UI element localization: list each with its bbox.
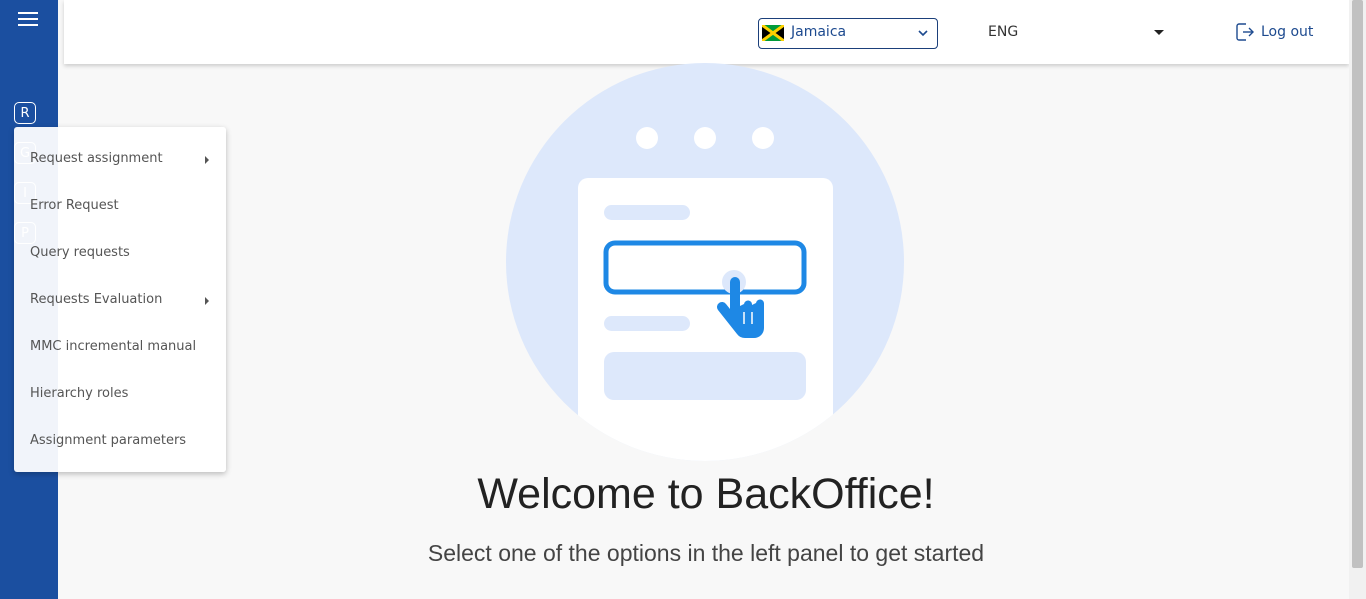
welcome-illustration bbox=[506, 63, 904, 461]
menu-item-label: MMC incremental manual bbox=[30, 339, 197, 354]
menu-item-mmc-incremental-manual[interactable]: MMC incremental manual bbox=[14, 325, 226, 372]
menu-item-label: Request assignment bbox=[30, 151, 163, 166]
welcome-title: Welcome to BackOffice! bbox=[477, 470, 935, 518]
sidebar-letter: R bbox=[20, 105, 30, 121]
menu-item-label: Error Request bbox=[30, 198, 119, 213]
submenu-arrow-icon bbox=[205, 156, 209, 164]
jamaica-flag-icon bbox=[762, 25, 784, 41]
menu-item-error-request[interactable]: Error Request bbox=[14, 184, 226, 231]
menu-item-label: Requests Evaluation bbox=[30, 292, 163, 307]
menu-item-label: Query requests bbox=[30, 245, 130, 260]
logout-label: Log out bbox=[1261, 24, 1314, 40]
welcome-subtitle: Select one of the options in the left pa… bbox=[427, 540, 985, 566]
chevron-down-icon bbox=[918, 30, 928, 37]
menu-item-requests-evaluation[interactable]: Requests Evaluation bbox=[14, 278, 226, 325]
menu-item-assignment-parameters[interactable]: Assignment parameters bbox=[14, 419, 226, 466]
country-label: Jamaica bbox=[791, 24, 847, 40]
navigation-popup-menu: Request assignment Error Request Query r… bbox=[14, 127, 226, 472]
language-dropdown-caret-icon[interactable] bbox=[1154, 30, 1164, 35]
sidebar-item-r[interactable]: R bbox=[14, 102, 36, 124]
country-select[interactable]: Jamaica bbox=[758, 18, 938, 49]
menu-item-label: Assignment parameters bbox=[30, 433, 187, 448]
menu-item-label: Hierarchy roles bbox=[30, 386, 129, 401]
submenu-arrow-icon bbox=[205, 297, 209, 305]
hamburger-menu-icon[interactable] bbox=[18, 11, 38, 27]
menu-item-hierarchy-roles[interactable]: Hierarchy roles bbox=[14, 372, 226, 419]
menu-item-request-assignment[interactable]: Request assignment bbox=[14, 137, 226, 184]
menu-item-query-requests[interactable]: Query requests bbox=[14, 231, 226, 278]
logout-button[interactable]: Log out bbox=[1235, 20, 1313, 44]
language-select-value[interactable]: ENG bbox=[988, 24, 1018, 40]
logout-icon bbox=[1236, 23, 1254, 41]
